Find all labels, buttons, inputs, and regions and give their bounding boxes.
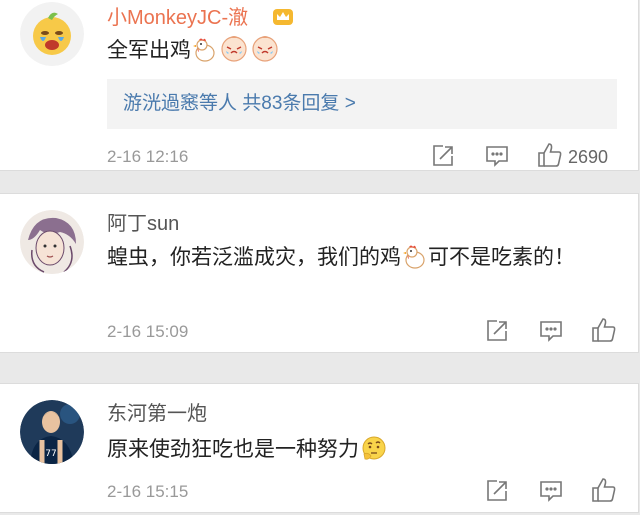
- illustrated-portrait-avatar-icon: [20, 210, 84, 274]
- svg-text:77: 77: [45, 449, 56, 459]
- comment-icon[interactable]: [538, 478, 566, 506]
- username[interactable]: 东河第一炮: [107, 402, 207, 426]
- comment-icon[interactable]: [484, 143, 512, 171]
- thinking-emoji: [360, 434, 388, 474]
- username[interactable]: 小MonkeyJC-澈: [107, 6, 248, 30]
- replies-summary[interactable]: 游洸過窸等人 共83条回复 >: [107, 79, 617, 129]
- comment-text: 蝗虫，你若泛滥成灾，我们的鸡 可不是吃素的！: [107, 240, 607, 282]
- basketball-player-avatar-icon: 77: [20, 400, 84, 464]
- avatar[interactable]: [20, 210, 84, 274]
- comment-card: 阿丁sun 蝗虫，你若泛滥成灾，我们的鸡 可不是吃素的！ 2-16 15:09: [0, 193, 639, 353]
- share-icon[interactable]: [484, 318, 512, 346]
- timestamp: 2-16 15:15: [107, 482, 189, 501]
- comment-icon[interactable]: [538, 318, 566, 346]
- avatar[interactable]: 77: [20, 400, 84, 464]
- like-count: 2690: [568, 147, 609, 167]
- crying-chick-emoji: [219, 33, 249, 75]
- like-icon[interactable]: [536, 141, 564, 169]
- chicken-emoji: [402, 244, 428, 282]
- comment-card: 小MonkeyJC-澈 全军出鸡 游洸過窸等人 共83条回复 > 2-16 12…: [0, 0, 639, 171]
- crying-face-avatar-icon: [20, 2, 84, 66]
- share-icon[interactable]: [430, 143, 458, 171]
- replies-link[interactable]: 游洸過窸等人 共83条回复 >: [123, 92, 356, 116]
- chicken-emoji: [192, 37, 218, 75]
- comment-card: 77 东河第一炮 原来使劲狂吃也是一种努力 2-16 15:15: [0, 383, 639, 513]
- avatar[interactable]: [20, 2, 84, 66]
- crown-badge-icon: [273, 9, 293, 25]
- username[interactable]: 阿丁sun: [107, 212, 179, 236]
- timestamp: 2-16 12:16: [107, 147, 189, 166]
- timestamp: 2-16 15:09: [107, 322, 189, 341]
- comment-text: 原来使劲狂吃也是一种努力: [107, 432, 607, 474]
- crying-chick-emoji: [250, 33, 280, 75]
- share-icon[interactable]: [484, 478, 512, 506]
- like-icon[interactable]: [590, 476, 618, 504]
- comment-text: 全军出鸡: [107, 33, 607, 75]
- like-icon[interactable]: [590, 316, 618, 344]
